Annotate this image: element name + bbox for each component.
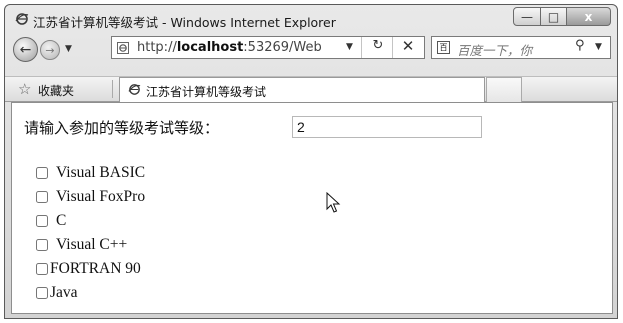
search-input[interactable]: 百度一下，你 — [457, 40, 532, 59]
option-visual-foxpro: Visual FoxPro — [36, 185, 145, 209]
option-label: Java — [50, 284, 78, 301]
stop-icon: ✕ — [401, 37, 415, 55]
title-bar[interactable]: 江苏省计算机等级考试 - Windows Internet Explorer —… — [5, 5, 617, 33]
tab-label: 江苏省计算机等级考试 — [146, 85, 267, 99]
close-button[interactable]: x — [567, 7, 611, 26]
exam-level-input[interactable] — [292, 116, 482, 138]
stop-button[interactable]: ✕ — [396, 37, 420, 57]
option-visual-basic: Visual BASIC — [36, 161, 145, 185]
refresh-button[interactable]: ↻ — [366, 38, 390, 57]
option-label: FORTRAN 90 — [50, 260, 141, 277]
page-content: 请输入参加的等级考试等级： Visual BASIC Visual FoxPro… — [11, 102, 613, 314]
checkbox-visual-cpp[interactable] — [36, 239, 48, 251]
window-title: 江苏省计算机等级考试 - Windows Internet Explorer — [33, 15, 336, 30]
option-label: Visual FoxPro — [56, 188, 146, 205]
favorites-button[interactable]: 收藏夹 — [38, 82, 74, 99]
search-icon[interactable]: ⚲ — [575, 38, 585, 53]
ie-window: 江苏省计算机等级考试 - Windows Internet Explorer —… — [4, 4, 618, 319]
search-dropdown-icon[interactable]: ▼ — [595, 42, 602, 52]
checkbox-java[interactable] — [36, 287, 48, 299]
recent-pages-dropdown-icon[interactable]: ▼ — [65, 44, 72, 54]
option-fortran-90: FORTRAN 90 — [36, 257, 145, 281]
option-java: Java — [36, 281, 145, 305]
back-arrow-icon: ← — [19, 41, 32, 58]
url-host: localhost — [176, 40, 244, 55]
option-label: Visual BASIC — [56, 164, 146, 181]
checkbox-visual-foxpro[interactable] — [36, 191, 48, 203]
address-url[interactable]: http://localhost:53269/Web — [137, 40, 322, 55]
address-divider — [392, 37, 393, 58]
favorites-bar: ☆ 收藏夹 江苏省计算机等级考试 — [5, 76, 617, 102]
forward-button[interactable]: → — [40, 40, 60, 60]
tab-active[interactable]: 江苏省计算机等级考试 — [119, 77, 485, 102]
url-prefix: http:// — [137, 40, 177, 55]
url-rest: :53269/Web — [243, 40, 322, 55]
option-c: C — [36, 209, 145, 233]
back-button[interactable]: ← — [13, 37, 38, 62]
window-controls: — □ x — [513, 7, 611, 27]
checkbox-visual-basic[interactable] — [36, 167, 48, 179]
baidu-logo-icon: 百 — [437, 41, 450, 54]
ie-tab-icon — [128, 84, 141, 95]
ie-logo-icon — [15, 13, 29, 25]
forward-arrow-icon: → — [45, 43, 55, 57]
level-prompt-label: 请输入参加的等级考试等级： — [24, 119, 220, 137]
refresh-icon: ↻ — [372, 38, 384, 53]
address-dropdown-icon[interactable]: ▼ — [346, 42, 353, 52]
mouse-cursor-icon — [326, 192, 341, 213]
option-label: Visual C++ — [56, 236, 128, 253]
address-divider — [361, 37, 362, 58]
checkbox-fortran-90[interactable] — [36, 263, 48, 275]
minimize-button[interactable]: — — [513, 7, 541, 26]
exam-options-list: Visual BASIC Visual FoxPro C Visual C++ … — [36, 161, 145, 305]
option-visual-cpp: Visual C++ — [36, 233, 145, 257]
page-icon — [117, 42, 129, 54]
navigation-bar: ← → ▼ http://localhost:53269/Web ▼ ↻ ✕ 百 — [5, 34, 617, 64]
favorites-divider — [112, 80, 113, 98]
checkbox-c[interactable] — [36, 215, 48, 227]
search-box[interactable]: 百 百度一下，你 ⚲ ▼ — [431, 36, 611, 59]
new-tab-button[interactable] — [486, 77, 522, 102]
favorites-star-icon[interactable]: ☆ — [18, 80, 31, 98]
option-label: C — [56, 212, 67, 229]
maximize-button[interactable]: □ — [541, 7, 567, 26]
address-bar[interactable]: http://localhost:53269/Web ▼ ↻ ✕ — [111, 36, 425, 59]
